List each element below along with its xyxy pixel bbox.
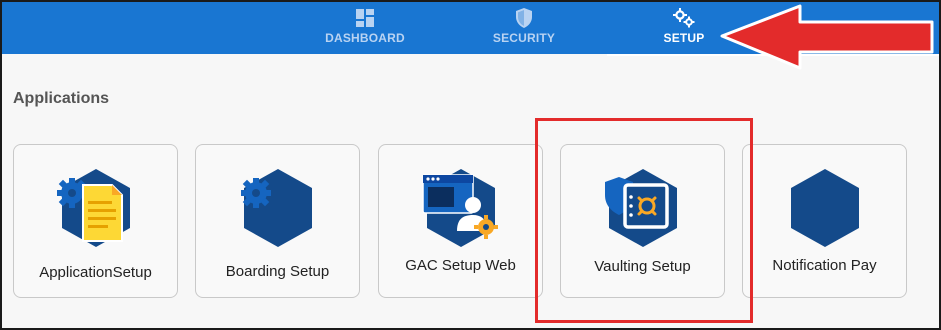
nav-tab-setup[interactable]: SETUP xyxy=(652,2,716,54)
nav-tab-security[interactable]: SECURITY xyxy=(486,2,562,54)
nav-tab-dashboard-label: DASHBOARD xyxy=(325,31,405,45)
vaulting-setup-icon xyxy=(597,165,689,251)
app-card-label: Vaulting Setup xyxy=(594,258,691,275)
annotation-arrow xyxy=(718,4,939,72)
app-card-gac-setup-web[interactable]: GAC Setup Web xyxy=(378,144,543,298)
dashboard-grid-icon xyxy=(355,8,375,28)
gears-icon xyxy=(672,8,696,28)
nav-tab-setup-label: SETUP xyxy=(663,31,705,45)
shield-icon xyxy=(514,8,534,28)
boarding-setup-icon xyxy=(232,165,324,251)
app-card-application-setup[interactable]: ApplicationSetup xyxy=(13,144,178,298)
nav-tab-dashboard[interactable]: DASHBOARD xyxy=(320,2,410,54)
app-card-vaulting-setup[interactable]: Vaulting Setup xyxy=(560,144,725,298)
app-card-label: Boarding Setup xyxy=(225,263,330,280)
app-card-notification-pay[interactable]: Notification Pay xyxy=(742,144,907,298)
notification-pay-icon xyxy=(779,165,871,251)
app-card-label: GAC Setup Web xyxy=(405,257,516,274)
app-frame: DASHBOARD SECURITY SETUP Applications Ap… xyxy=(0,0,941,330)
section-title: Applications xyxy=(13,90,110,107)
nav-tab-security-label: SECURITY xyxy=(492,31,556,45)
app-card-label: Notification Pay xyxy=(772,257,877,274)
gac-setup-web-icon xyxy=(415,165,507,251)
application-setup-icon xyxy=(50,165,142,251)
app-card-label: ApplicationSetup xyxy=(39,264,152,281)
app-card-boarding-setup[interactable]: Boarding Setup xyxy=(195,144,360,298)
